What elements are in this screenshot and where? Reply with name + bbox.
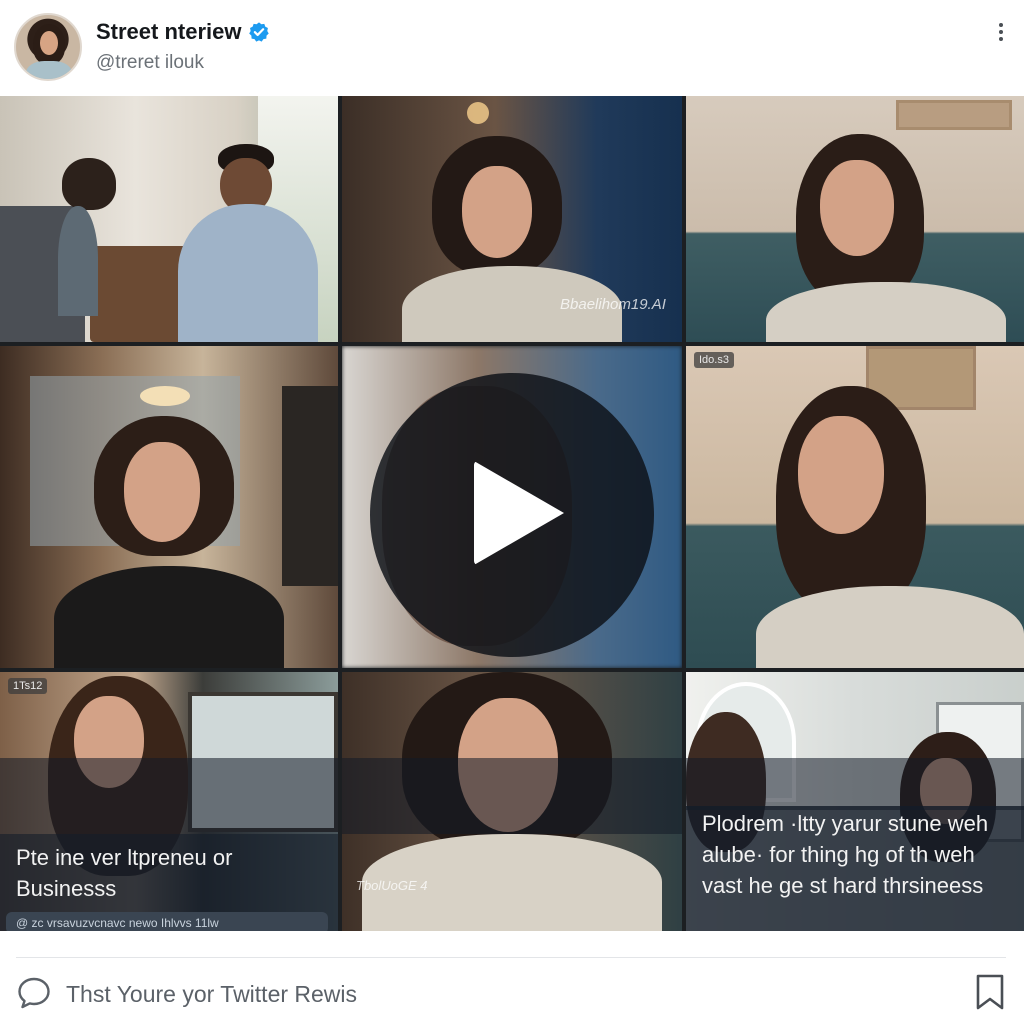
- post-footer: Thst Youre yor Twitter Rewis: [0, 931, 1024, 1024]
- play-icon[interactable]: [474, 461, 564, 565]
- grid-tile-3[interactable]: [686, 96, 1024, 342]
- tile-tag: Ido.s3: [694, 352, 734, 368]
- caption-strip: [686, 758, 1024, 810]
- tile-tag: 1Ts12: [8, 678, 48, 694]
- caption-right: Plodrem ·ltty yarur stune weh alube· for…: [686, 806, 1024, 931]
- account-name[interactable]: Street nteriew: [96, 19, 242, 45]
- grid-tile-8[interactable]: TbolUoGE 4: [342, 672, 682, 931]
- profile-avatar[interactable]: [14, 13, 82, 81]
- tile-watermark: TbolUoGE 4: [356, 878, 428, 893]
- video-collage-grid[interactable]: Bbaelihom19.AI Ido.s3 1Ts12 Pte ine ver …: [0, 96, 1024, 934]
- reply-bubble-icon[interactable]: [16, 975, 52, 1011]
- grid-tile-9[interactable]: Plodrem ·ltty yarur stune weh alube· for…: [686, 672, 1024, 931]
- verified-badge-icon: [248, 22, 269, 42]
- divider: [16, 957, 1006, 958]
- grid-tile-1[interactable]: [0, 96, 338, 342]
- tile-watermark: Bbaelihom19.AI: [560, 296, 666, 313]
- grid-tile-2[interactable]: Bbaelihom19.AI: [342, 96, 682, 342]
- account-handle[interactable]: @treret ilouk: [96, 52, 204, 74]
- bookmark-icon[interactable]: [974, 973, 1006, 1011]
- caption-strip: [0, 758, 338, 834]
- title-row: Street nteriew: [96, 19, 270, 45]
- grid-tile-6[interactable]: Ido.s3: [686, 346, 1024, 668]
- grid-tile-7[interactable]: 1Ts12 Pte ine ver ltpreneu or Businesss: [0, 672, 338, 931]
- grid-tile-4[interactable]: [0, 346, 338, 668]
- footer-caption: Thst Youre yor Twitter Rewis: [66, 981, 358, 1007]
- play-button[interactable]: [370, 373, 654, 657]
- post-header: Street nteriew @treret ilouk: [0, 0, 1024, 96]
- caption-strip: [342, 758, 682, 834]
- more-vertical-icon[interactable]: [990, 20, 1012, 46]
